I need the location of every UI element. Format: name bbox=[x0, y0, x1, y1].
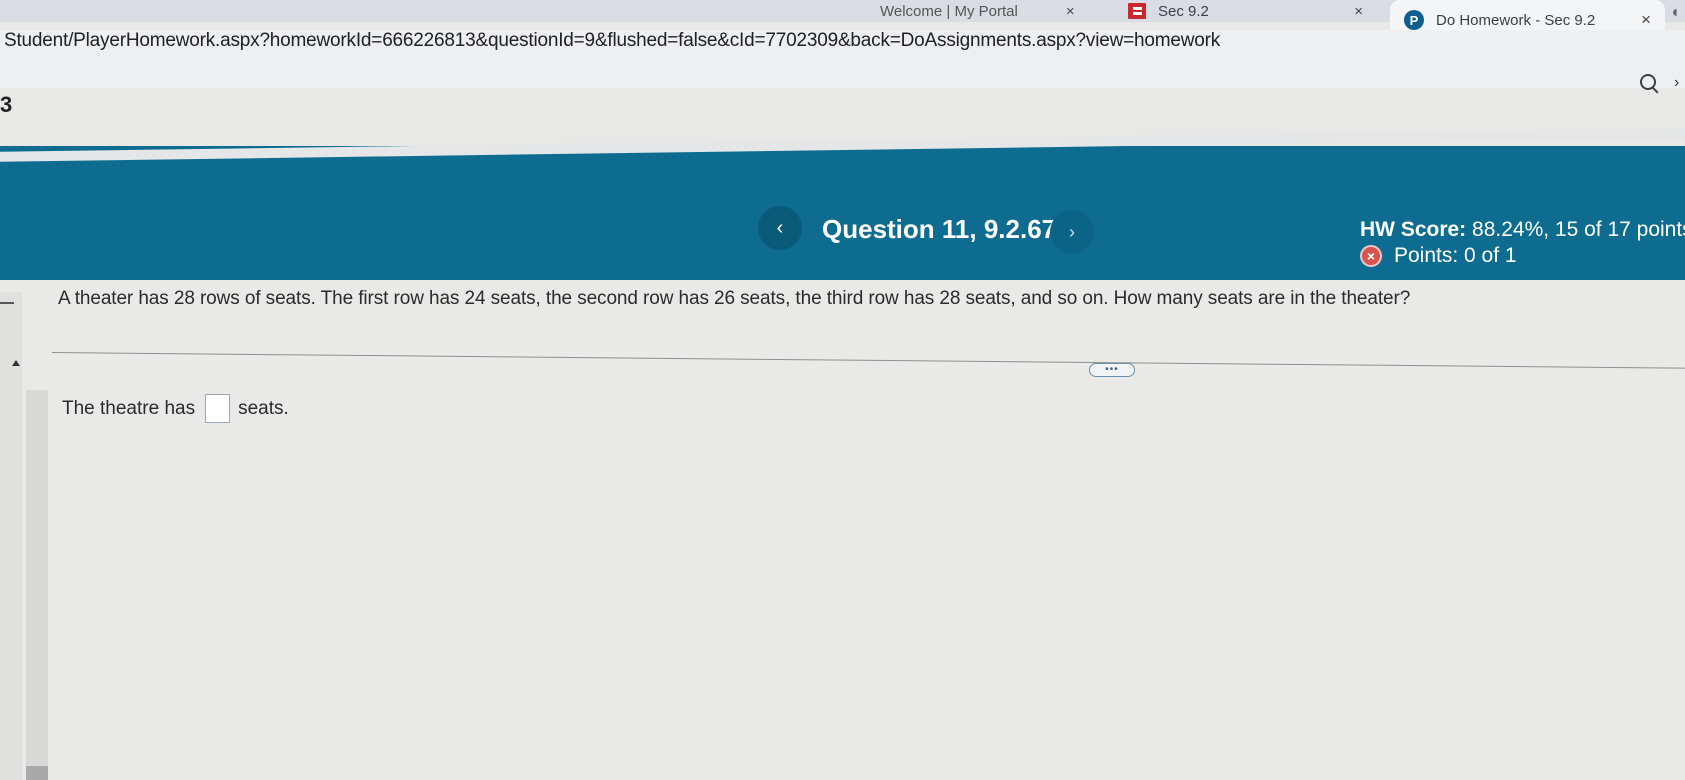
expand-more-button[interactable]: ••• bbox=[1089, 363, 1135, 377]
close-icon[interactable]: × bbox=[1066, 3, 1075, 20]
question-content bbox=[0, 280, 1685, 780]
zoom-icon[interactable] bbox=[1640, 74, 1656, 90]
scrollbar-thumb[interactable] bbox=[26, 766, 48, 780]
hw-score-label: HW Score: bbox=[1360, 218, 1467, 241]
points-label: Points: 0 of 1 bbox=[1394, 244, 1517, 267]
points-status: × Points: 0 of 1 bbox=[1360, 244, 1517, 268]
tab-sec-9-2[interactable]: Sec 9.2 × bbox=[1128, 0, 1373, 22]
question-text: A theater has 28 rows of seats. The firs… bbox=[58, 288, 1411, 309]
tab-label: Sec 9.2 bbox=[1158, 2, 1209, 20]
close-icon[interactable]: × bbox=[1641, 10, 1651, 30]
answer-input[interactable] bbox=[205, 394, 231, 423]
tab-label: Welcome | My Portal bbox=[880, 2, 1018, 20]
hw-score-value: 88.24%, 15 of 17 points bbox=[1466, 218, 1685, 241]
pearson-favicon-icon bbox=[1128, 3, 1146, 19]
close-icon[interactable]: × bbox=[1354, 3, 1363, 20]
scrollbar-track[interactable] bbox=[26, 390, 48, 780]
answer-row: The theatre has seats. bbox=[62, 394, 289, 423]
next-question-button[interactable]: › bbox=[1050, 210, 1094, 254]
extension-icon[interactable]: › bbox=[1674, 74, 1679, 92]
left-page-number: 3 bbox=[0, 92, 13, 117]
url-text[interactable]: Student/PlayerHomework.aspx?homeworkId=6… bbox=[4, 30, 1220, 52]
pearson-logo-icon: P bbox=[1404, 10, 1424, 30]
previous-question-button[interactable]: ‹ bbox=[758, 206, 802, 250]
new-tab-icon[interactable]: ◖ bbox=[1670, 4, 1680, 22]
hw-score: HW Score: 88.24%, 15 of 17 points bbox=[1360, 218, 1685, 242]
tab-welcome-portal[interactable]: Welcome | My Portal × bbox=[880, 0, 1110, 22]
incorrect-icon: × bbox=[1360, 245, 1382, 267]
panel-collapse-handle[interactable] bbox=[0, 302, 14, 304]
answer-prefix: The theatre has bbox=[62, 397, 196, 419]
answer-suffix: seats. bbox=[238, 397, 289, 419]
tab-label: Do Homework - Sec 9.2 bbox=[1436, 11, 1596, 29]
question-title: Question 11, 9.2.67 bbox=[822, 214, 1057, 244]
scroll-up-arrow-icon[interactable] bbox=[12, 360, 20, 366]
